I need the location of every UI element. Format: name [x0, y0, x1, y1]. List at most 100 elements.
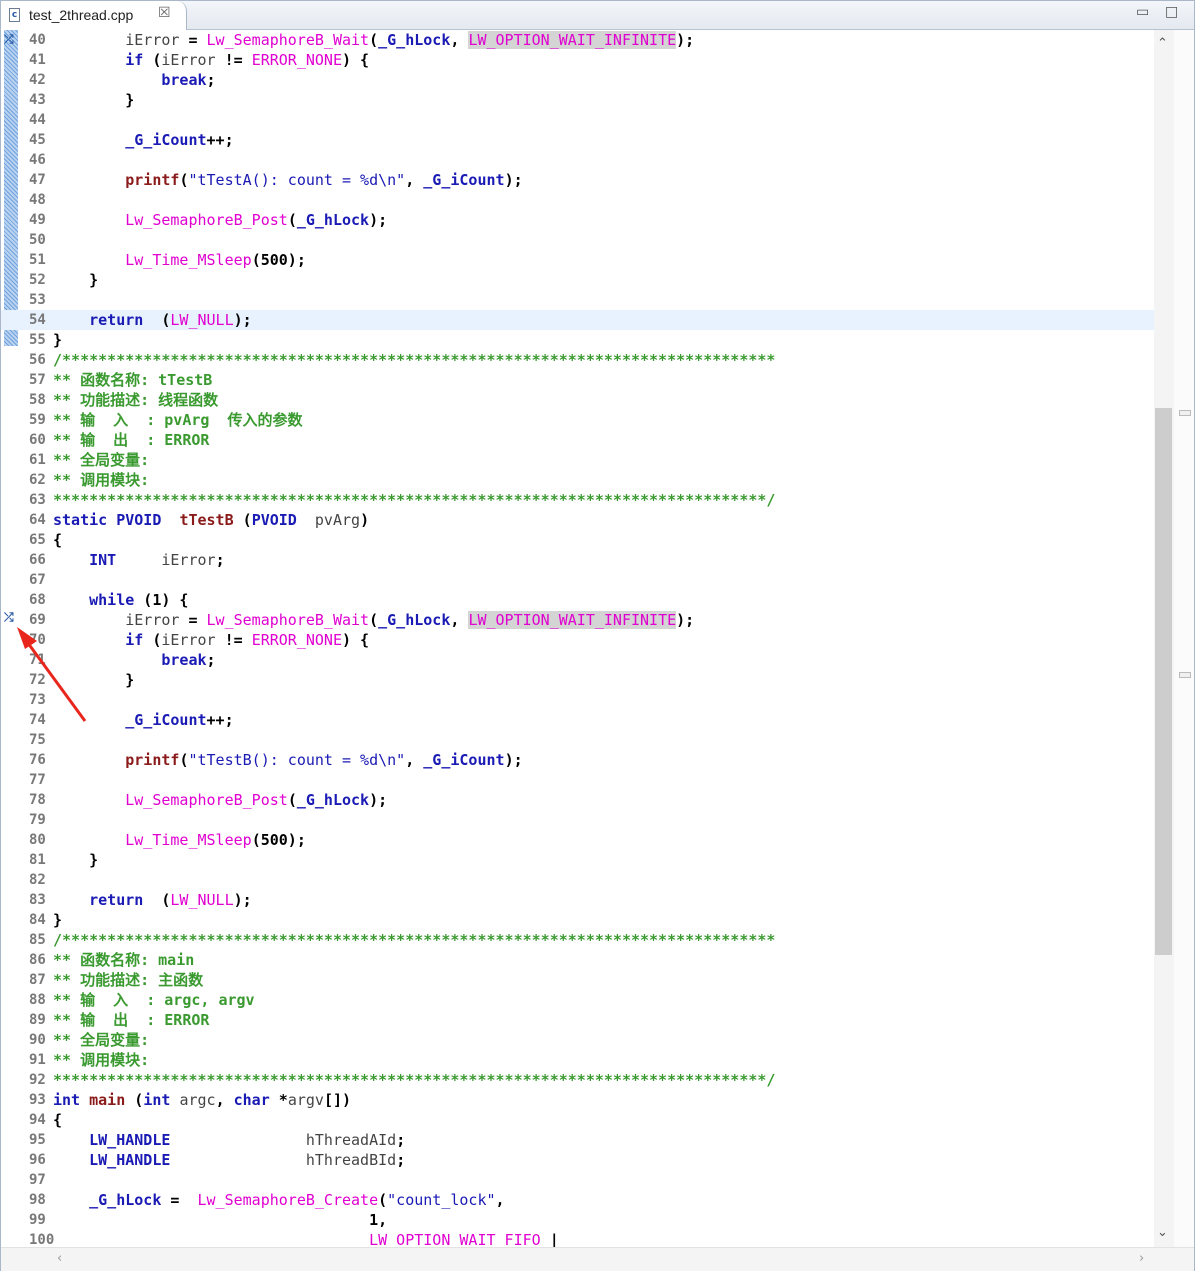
code-text[interactable]: return (LW_NULL); — [53, 310, 252, 330]
code-text[interactable]: ** 调用模块: — [53, 470, 149, 490]
code-text[interactable]: if (iError != ERROR_NONE) { — [53, 630, 369, 650]
code-line[interactable]: 47 printf("tTestA(): count = %d\n", _G_i… — [1, 170, 1154, 190]
code-line[interactable]: 57 ** 函数名称: tTestB — [1, 370, 1154, 390]
code-text[interactable]: ** 函数名称: tTestB — [53, 370, 212, 390]
code-text[interactable]: ** 全局变量: — [53, 1030, 149, 1050]
code-line[interactable]: 68 while (1) { — [1, 590, 1154, 610]
code-line[interactable]: 45 _G_iCount++; — [1, 130, 1154, 150]
code-text[interactable]: /***************************************… — [53, 350, 775, 370]
code-line[interactable]: 74 _G_iCount++; — [1, 710, 1154, 730]
code-text[interactable]: ** 输 入 : argc, argv — [53, 990, 255, 1010]
code-text[interactable]: } — [53, 270, 98, 290]
code-text[interactable]: } — [53, 850, 98, 870]
code-line[interactable]: 100 LW_OPTION_WAIT_FIFO | — [1, 1230, 1154, 1247]
code-text[interactable]: ** 函数名称: main — [53, 950, 194, 970]
maximize-button[interactable]: □ — [1165, 4, 1178, 20]
code-text[interactable]: iError = Lw_SemaphoreB_Wait(_G_hLock, LW… — [53, 610, 694, 630]
code-line[interactable]: 65 { — [1, 530, 1154, 550]
code-line[interactable]: 78 Lw_SemaphoreB_Post(_G_hLock); — [1, 790, 1154, 810]
code-text[interactable]: INT iError; — [53, 550, 224, 570]
overview-mark[interactable] — [1179, 672, 1191, 678]
scroll-down-icon[interactable]: ⌄ — [1157, 1225, 1168, 1240]
code-text[interactable]: ** 输 出 : ERROR — [53, 1010, 209, 1030]
code-line[interactable]: 62 ** 调用模块: — [1, 470, 1154, 490]
scroll-left-icon[interactable]: ‹ — [57, 1251, 62, 1266]
code-line[interactable]: 75 — [1, 730, 1154, 750]
code-line[interactable]: 73 — [1, 690, 1154, 710]
code-text[interactable]: if (iError != ERROR_NONE) { — [53, 50, 369, 70]
code-line[interactable]: 93 int main (int argc, char *argv[]) — [1, 1090, 1154, 1110]
code-line[interactable]: 50 — [1, 230, 1154, 250]
code-line[interactable]: 83 return (LW_NULL); — [1, 890, 1154, 910]
code-line[interactable]: 58 ** 功能描述: 线程函数 — [1, 390, 1154, 410]
code-line[interactable]: 54 return (LW_NULL); — [1, 310, 1154, 330]
code-text[interactable]: ****************************************… — [53, 490, 775, 510]
tab-test-2thread-cpp[interactable]: c test_2thread.cpp ☒ — [1, 1, 187, 30]
code-text[interactable]: ** 输 出 : ERROR — [53, 430, 209, 450]
code-line[interactable]: 48 — [1, 190, 1154, 210]
code-line[interactable]: 84} — [1, 910, 1154, 930]
code-line[interactable]: 95 LW_HANDLE hThreadAId; — [1, 1130, 1154, 1150]
code-line[interactable]: 87 ** 功能描述: 主函数 — [1, 970, 1154, 990]
code-text[interactable]: Lw_SemaphoreB_Post(_G_hLock); — [53, 790, 387, 810]
code-line[interactable]: 67 — [1, 570, 1154, 590]
code-line[interactable]: 81 } — [1, 850, 1154, 870]
code-line[interactable]: 42 break; — [1, 70, 1154, 90]
code-text[interactable]: static PVOID tTestB (PVOID pvArg) — [53, 510, 369, 530]
code-text[interactable]: ** 全局变量: — [53, 450, 149, 470]
code-line[interactable]: 90 ** 全局变量: — [1, 1030, 1154, 1050]
code-text[interactable]: } — [53, 90, 134, 110]
code-text[interactable]: LW_HANDLE hThreadAId; — [53, 1130, 405, 1150]
code-line[interactable]: 72 } — [1, 670, 1154, 690]
code-text[interactable]: 1, — [53, 1210, 387, 1230]
code-line[interactable]: 61 ** 全局变量: — [1, 450, 1154, 470]
code-text[interactable]: break; — [53, 650, 215, 670]
code-text[interactable]: Lw_SemaphoreB_Post(_G_hLock); — [53, 210, 387, 230]
code-line[interactable]: 71 break; — [1, 650, 1154, 670]
vertical-scrollbar[interactable]: ⌃ ⌄ — [1154, 30, 1174, 1247]
scroll-up-icon[interactable]: ⌃ — [1157, 36, 1168, 51]
code-text[interactable]: break; — [53, 70, 215, 90]
close-icon[interactable]: ☒ — [158, 5, 171, 21]
code-line[interactable]: 76 printf("tTestB(): count = %d\n", _G_i… — [1, 750, 1154, 770]
code-line[interactable]: 88 ** 输 入 : argc, argv — [1, 990, 1154, 1010]
code-text[interactable]: } — [53, 670, 134, 690]
code-text[interactable]: _G_hLock = Lw_SemaphoreB_Create("count_l… — [53, 1190, 504, 1210]
code-line[interactable]: 66 INT iError; — [1, 550, 1154, 570]
code-text[interactable]: Lw_Time_MSleep(500); — [53, 250, 306, 270]
code-line[interactable]: 82 — [1, 870, 1154, 890]
code-line[interactable]: 56 /*************************************… — [1, 350, 1154, 370]
code-line[interactable]: 63 **************************************… — [1, 490, 1154, 510]
code-line[interactable]: 86 ** 函数名称: main — [1, 950, 1154, 970]
code-line[interactable]: 44 — [1, 110, 1154, 130]
code-line[interactable]: 64 static PVOID tTestB (PVOID pvArg) — [1, 510, 1154, 530]
code-line[interactable]: 85 /*************************************… — [1, 930, 1154, 950]
scroll-thumb[interactable] — [1155, 408, 1172, 955]
scroll-right-icon[interactable]: › — [1139, 1251, 1144, 1266]
code-text[interactable]: { — [53, 1110, 62, 1130]
code-text[interactable]: Lw_Time_MSleep(500); — [53, 830, 306, 850]
code-text[interactable]: iError = Lw_SemaphoreB_Wait(_G_hLock, LW… — [53, 30, 694, 50]
code-text[interactable]: while (1) { — [53, 590, 188, 610]
code-text[interactable]: _G_iCount++; — [53, 130, 233, 150]
horizontal-scrollbar[interactable]: ‹ › — [1, 1247, 1194, 1271]
code-text[interactable]: printf("tTestA(): count = %d\n", _G_iCou… — [53, 170, 522, 190]
code-line[interactable]: 69 iError = Lw_SemaphoreB_Wait(_G_hLock,… — [1, 610, 1154, 630]
code-line[interactable]: 98 _G_hLock = Lw_SemaphoreB_Create("coun… — [1, 1190, 1154, 1210]
code-line[interactable]: 99 1, — [1, 1210, 1154, 1230]
code-line[interactable]: 51 Lw_Time_MSleep(500); — [1, 250, 1154, 270]
code-line[interactable]: 80 Lw_Time_MSleep(500); — [1, 830, 1154, 850]
code-text[interactable]: int main (int argc, char *argv[]) — [53, 1090, 351, 1110]
code-text[interactable]: printf("tTestB(): count = %d\n", _G_iCou… — [53, 750, 522, 770]
code-text[interactable]: } — [53, 910, 62, 930]
code-text[interactable]: ****************************************… — [53, 1070, 775, 1090]
code-text[interactable]: ** 输 入 : pvArg 传入的参数 — [53, 410, 303, 430]
code-line[interactable]: 43 } — [1, 90, 1154, 110]
minimize-button[interactable]: ▭ — [1136, 4, 1149, 20]
code-line[interactable]: 46 — [1, 150, 1154, 170]
code-text[interactable]: ** 调用模块: — [53, 1050, 149, 1070]
code-line[interactable]: 60 ** 输 出 : ERROR — [1, 430, 1154, 450]
code-text[interactable]: /***************************************… — [53, 930, 775, 950]
code-editor[interactable]: ⤮ ⤮ 40 iError = Lw_SemaphoreB_Wait(_G_hL… — [1, 30, 1154, 1247]
code-line[interactable]: 79 — [1, 810, 1154, 830]
